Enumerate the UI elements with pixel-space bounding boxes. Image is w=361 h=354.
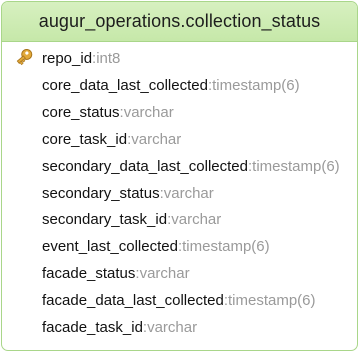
field-name: facade_status xyxy=(42,264,136,282)
field-row-secondary-data-last-collected[interactable]: secondary_data_last_collected: timestamp… xyxy=(2,153,357,179)
field-type: timestamp(6) xyxy=(252,157,340,175)
field-name: facade_task_id xyxy=(42,318,143,336)
field-type: varchar xyxy=(171,210,222,228)
field-row-facade-task-id[interactable]: facade_task_id: varchar xyxy=(2,314,357,340)
field-row-facade-data-last-collected[interactable]: facade_data_last_collected: timestamp(6) xyxy=(2,287,357,313)
field-row-core-task-id[interactable]: core_task_id: varchar xyxy=(2,126,357,152)
field-row-event-last-collected[interactable]: event_last_collected: timestamp(6) xyxy=(2,233,357,259)
field-row-facade-status[interactable]: facade_status: varchar xyxy=(2,260,357,286)
field-name: repo_id xyxy=(42,49,93,67)
field-row-secondary-task-id[interactable]: secondary_task_id: varchar xyxy=(2,206,357,232)
field-row-secondary-status[interactable]: secondary_status: varchar xyxy=(2,180,357,206)
field-name: facade_data_last_collected xyxy=(42,291,224,309)
table-title: augur_operations.collection_status xyxy=(38,11,321,31)
field-name: secondary_data_last_collected xyxy=(42,157,248,175)
field-name: core_status xyxy=(42,103,120,121)
field-type: timestamp(6) xyxy=(227,291,316,309)
field-type: varchar xyxy=(139,264,190,282)
field-name: secondary_task_id xyxy=(42,210,168,228)
table-entity-collection-status[interactable]: augur_operations.collection_status repo_… xyxy=(1,1,358,351)
field-name: core_data_last_collected xyxy=(42,76,208,94)
field-type: timestamp(6) xyxy=(182,237,270,255)
field-row-core-status[interactable]: core_status: varchar xyxy=(2,99,357,125)
field-name: event_last_collected xyxy=(42,237,178,255)
field-type: varchar xyxy=(147,318,198,336)
field-name: core_task_id xyxy=(42,130,128,148)
field-type: int8 xyxy=(96,49,121,67)
field-name: secondary_status xyxy=(42,184,160,202)
table-header[interactable]: augur_operations.collection_status xyxy=(2,2,357,42)
field-type: varchar xyxy=(163,184,214,202)
field-row-core-data-last-collected[interactable]: core_data_last_collected: timestamp(6) xyxy=(2,72,357,98)
field-row-repo-id[interactable]: repo_id: int8 xyxy=(2,45,357,71)
field-type: varchar xyxy=(131,130,182,148)
field-type: timestamp(6) xyxy=(212,76,300,94)
field-type: varchar xyxy=(123,103,174,121)
key-icon xyxy=(16,49,33,66)
